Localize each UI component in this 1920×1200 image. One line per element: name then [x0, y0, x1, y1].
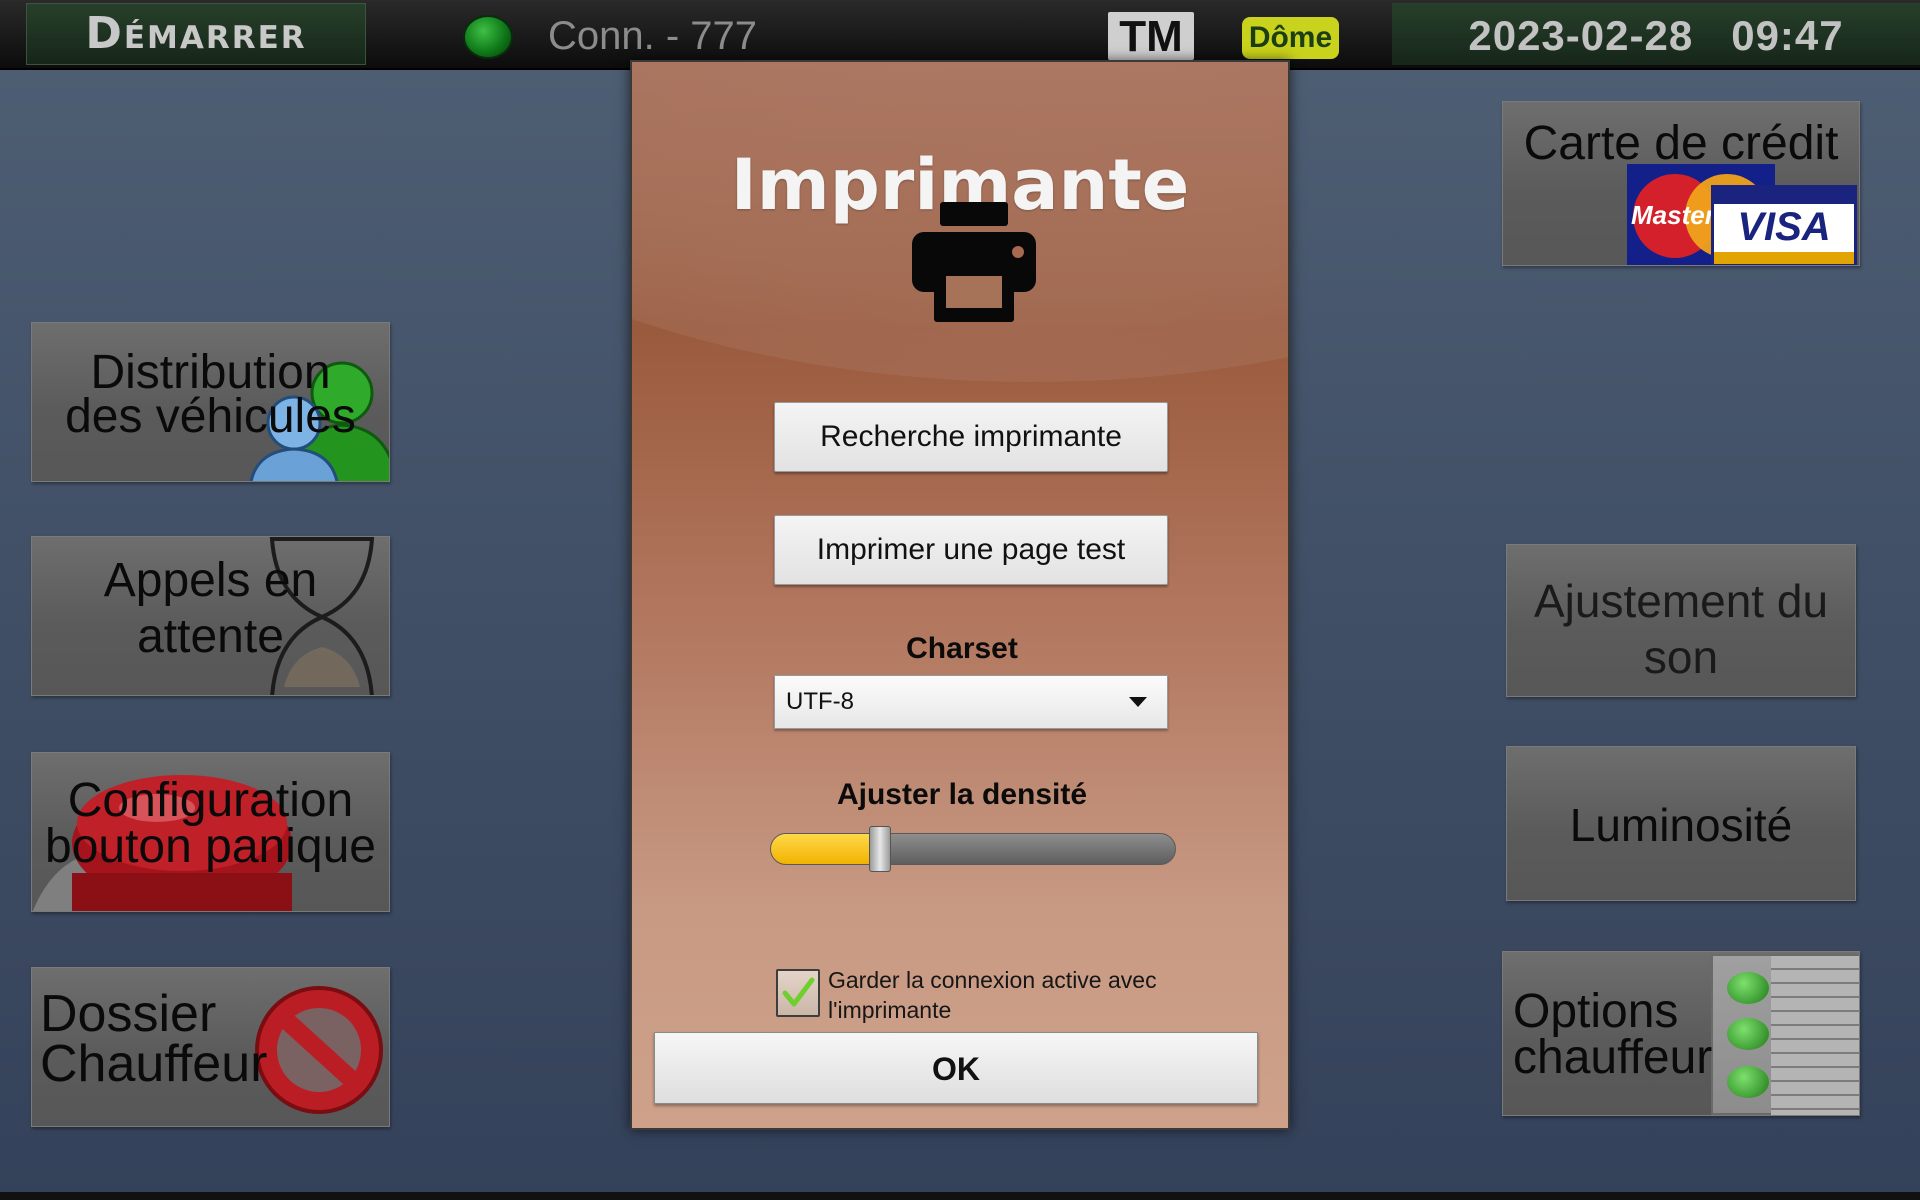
tile-label-line1: Options — [1513, 985, 1679, 1038]
density-slider[interactable] — [770, 833, 1176, 865]
tile-label-line2: bouton panique — [45, 820, 376, 873]
tile-label-line2: son — [1643, 631, 1719, 683]
credit-card-button[interactable]: Carte de crédit Master VISA — [1502, 101, 1860, 266]
tile-label-line1: Ajustement du — [1533, 575, 1829, 627]
tile-label-line1: Distribution — [90, 346, 331, 399]
connection-text: Conn. - 777 — [548, 14, 758, 58]
tile-label-line1: Appels en — [103, 554, 318, 607]
visa-icon: VISA — [1711, 185, 1857, 265]
charset-select[interactable]: UTF-8 — [774, 675, 1168, 729]
driver-file-button[interactable]: Dossier Chauffeur — [31, 967, 390, 1127]
tile-label-line2: chauffeur — [1513, 1031, 1713, 1084]
checkmark-icon — [782, 977, 815, 1007]
tile-label-line1: Configuration — [67, 774, 354, 827]
charset-label: Charset — [906, 632, 1018, 665]
start-button[interactable]: Démarrer — [26, 3, 366, 65]
keep-connection-checkbox[interactable] — [776, 969, 820, 1017]
tile-label-line2: Chauffeur — [40, 1035, 268, 1093]
waiting-calls-button[interactable]: Appels en attente — [31, 536, 390, 696]
search-printer-button[interactable]: Recherche imprimante — [774, 402, 1168, 472]
driver-options-button[interactable]: Options chauffeur — [1502, 951, 1860, 1116]
density-slider-fill — [771, 834, 881, 864]
tile-label-line1: Dossier — [40, 985, 217, 1043]
tile-label: Carte de crédit — [1523, 117, 1839, 170]
date-text: 2023-02-28 — [1468, 12, 1694, 59]
print-test-page-button[interactable]: Imprimer une page test — [774, 515, 1168, 585]
charset-select-value: UTF-8 — [786, 688, 854, 715]
keep-connection-label: Garder la connexion active avec l'imprim… — [828, 967, 1157, 1023]
density-label: Ajuster la densité — [836, 778, 1088, 811]
tile-label-line2: des véhicules — [65, 390, 356, 443]
ok-button[interactable]: OK — [654, 1032, 1258, 1104]
visa-text: VISA — [1737, 205, 1831, 249]
panic-button-config-button[interactable]: Configuration bouton panique — [31, 752, 390, 912]
date-time-display: 2023-02-28 09:47 — [1392, 3, 1920, 65]
tile-label: Luminosité — [1569, 799, 1793, 851]
checklist-icon — [1711, 954, 1859, 1115]
connection-status-led — [463, 15, 513, 59]
bottom-strip — [0, 1192, 1920, 1200]
dome-badge[interactable]: Dôme — [1242, 17, 1339, 59]
printer-dialog: Imprimante Recherche imprimante Imprimer… — [630, 60, 1290, 1130]
tile-label-line2: attente — [137, 610, 284, 663]
tm-badge[interactable]: TM — [1108, 12, 1194, 61]
printer-icon — [912, 202, 1036, 322]
brightness-button[interactable]: Luminosité — [1506, 746, 1856, 901]
density-slider-thumb[interactable] — [868, 826, 891, 872]
vehicle-distribution-button[interactable]: Distribution des véhicules — [31, 322, 390, 482]
time-text: 09:47 — [1731, 12, 1844, 59]
mastercard-text: Master — [1631, 200, 1715, 230]
sound-adjustment-button[interactable]: Ajustement du son — [1506, 544, 1856, 697]
dropdown-arrow-icon — [1129, 697, 1147, 707]
